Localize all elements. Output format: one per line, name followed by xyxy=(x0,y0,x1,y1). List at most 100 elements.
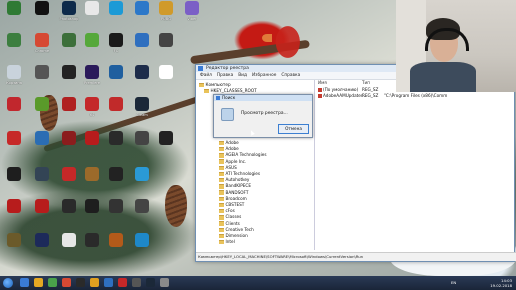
desktop-icon-17[interactable] xyxy=(29,65,55,91)
taskbar-app-2[interactable] xyxy=(34,278,43,287)
desktop-icon-28[interactable]: Steam xyxy=(129,97,155,123)
desktop-icon-40[interactable] xyxy=(103,167,129,193)
registry-values-pane[interactable]: Имя Тип (По умолчанию) REG_SZ AdobeAAMUpda… xyxy=(316,80,512,250)
regedit-status-bar: Компьютер\HKEY_LOCAL_MACHINE\SOFTWARE\Mi… xyxy=(196,252,516,261)
tree-node[interactable]: AGEIA Technologies xyxy=(219,152,267,158)
desktop-icon-7[interactable]: PUBG xyxy=(153,1,179,27)
taskbar-app-5[interactable] xyxy=(76,278,85,287)
taskbar-app-8[interactable] xyxy=(118,278,127,287)
tree-node[interactable]: Компьютер xyxy=(199,82,231,88)
tree-node[interactable]: Broadcom xyxy=(219,196,247,202)
desktop-icon-9[interactable] xyxy=(1,33,27,59)
tree-node[interactable]: Dimension xyxy=(219,233,248,239)
tree-node[interactable]: cFos xyxy=(219,208,235,214)
value-name[interactable]: (По умолчанию) xyxy=(318,87,358,92)
desktop-icon-33[interactable] xyxy=(103,131,129,157)
desktop-icon-43[interactable] xyxy=(29,199,55,225)
start-button[interactable] xyxy=(3,278,13,288)
search-dialog[interactable]: Поиск Просмотр реестра... Отмена xyxy=(213,94,313,138)
desktop-icon-34[interactable] xyxy=(129,131,155,157)
desktop-icon-27[interactable] xyxy=(103,97,129,123)
language-indicator[interactable]: EN xyxy=(451,280,456,285)
desktop-icon-21[interactable] xyxy=(129,65,155,91)
tree-node[interactable]: BANDSOFT xyxy=(219,190,248,195)
taskbar-app-3[interactable] xyxy=(48,278,57,287)
desktop-icon-45[interactable] xyxy=(79,199,105,225)
desktop-icon-35[interactable] xyxy=(153,131,179,157)
desktop-icon-20[interactable] xyxy=(103,65,129,91)
tree-node[interactable]: HKEY_CLASSES_ROOT xyxy=(204,88,257,94)
desktop-icon-10[interactable]: Chrome xyxy=(29,33,55,59)
menu-favorites[interactable]: Избранное xyxy=(252,72,276,79)
desktop-icon-4[interactable] xyxy=(79,1,105,27)
desktop-icon-51[interactable] xyxy=(79,233,105,259)
desktop-icon-26[interactable]: 64 xyxy=(79,97,105,123)
tree-node[interactable]: Classes xyxy=(219,214,241,220)
folder-icon xyxy=(219,221,224,226)
desktop-icon-42[interactable] xyxy=(1,199,27,225)
desktop-icon-1[interactable] xyxy=(1,1,27,27)
desktop-icon-16[interactable]: Корзина xyxy=(1,65,27,91)
desktop-icon-13[interactable]: FC xyxy=(103,33,129,59)
desktop-icon-24[interactable] xyxy=(29,97,55,123)
menu-view[interactable]: Вид xyxy=(238,72,247,79)
desktop-icon-41[interactable] xyxy=(129,167,155,193)
taskbar-app-6[interactable] xyxy=(90,278,99,287)
desktop-icon-48[interactable] xyxy=(1,233,27,259)
tree-node[interactable]: BandKIPECE xyxy=(219,183,251,189)
desktop-icon-22[interactable] xyxy=(153,65,179,91)
menu-help[interactable]: Справка xyxy=(281,72,300,79)
desktop-icon-30[interactable] xyxy=(29,131,55,157)
desktop-icon-5[interactable] xyxy=(103,1,129,27)
tree-node[interactable]: ATI Technologies xyxy=(219,171,260,177)
tree-node[interactable]: Creative Tech xyxy=(219,227,254,233)
desktop-icon-46[interactable] xyxy=(103,199,129,225)
app-icon xyxy=(35,131,49,145)
column-header-type[interactable]: Тип xyxy=(362,80,370,85)
tree-node[interactable]: ASUS xyxy=(219,165,237,171)
system-clock[interactable]: 14:03 19.02.2018 xyxy=(490,278,512,288)
folder-icon xyxy=(204,88,209,94)
desktop-icon-6[interactable] xyxy=(129,1,155,27)
desktop-icon-49[interactable] xyxy=(29,233,55,259)
tree-node[interactable]: Autohotkey xyxy=(219,177,249,183)
desktop-icon-2[interactable] xyxy=(29,1,55,27)
tree-node[interactable]: Clients xyxy=(219,221,240,226)
desktop-icon-14[interactable] xyxy=(129,33,155,59)
wallpaper-bird-beak xyxy=(262,34,272,42)
desktop-icon-32[interactable] xyxy=(79,131,105,157)
desktop-icon-52[interactable] xyxy=(103,233,129,259)
desktop-icon-37[interactable] xyxy=(29,167,55,193)
column-header-name[interactable]: Имя xyxy=(318,80,327,85)
app-icon xyxy=(135,233,149,247)
app-icon xyxy=(7,65,21,79)
desktop-icon-53[interactable] xyxy=(129,233,155,259)
desktop-icon-8[interactable]: Viber xyxy=(179,1,205,27)
desktop-icon-36[interactable] xyxy=(1,167,27,193)
taskbar-app-11[interactable] xyxy=(160,278,169,287)
value-name[interactable]: AdobeAAMUpdater... xyxy=(318,93,366,98)
taskbar-app-9[interactable] xyxy=(132,278,141,287)
menu-file[interactable]: Файл xyxy=(200,72,212,79)
tree-node[interactable]: Adobe xyxy=(219,140,239,146)
tree-node[interactable]: CBSTEST xyxy=(219,202,244,208)
tree-node[interactable]: Apple Inc. xyxy=(219,159,246,164)
taskbar-app-7[interactable] xyxy=(104,278,113,287)
desktop-icon-23[interactable] xyxy=(1,97,27,123)
taskbar-app-1[interactable] xyxy=(20,278,29,287)
desktop-icon-15[interactable] xyxy=(153,33,179,59)
desktop-icon-47[interactable] xyxy=(129,199,155,225)
desktop-icon-12[interactable] xyxy=(79,33,105,59)
taskbar-app-10[interactable] xyxy=(146,278,155,287)
taskbar-app-4[interactable] xyxy=(62,278,71,287)
desktop-icon-29[interactable] xyxy=(1,131,27,157)
tree-node[interactable]: Intel xyxy=(219,239,235,245)
menu-edit[interactable]: Правка xyxy=(217,72,233,79)
desktop-icon-19[interactable]: Premiere xyxy=(79,65,105,91)
tree-node[interactable]: Adobe xyxy=(219,146,239,152)
desktop-icon-39[interactable] xyxy=(79,167,105,193)
app-icon xyxy=(135,33,149,47)
search-dialog-title-bar[interactable]: Поиск xyxy=(214,95,312,101)
cancel-button[interactable]: Отмена xyxy=(278,124,309,134)
app-icon xyxy=(85,97,99,111)
